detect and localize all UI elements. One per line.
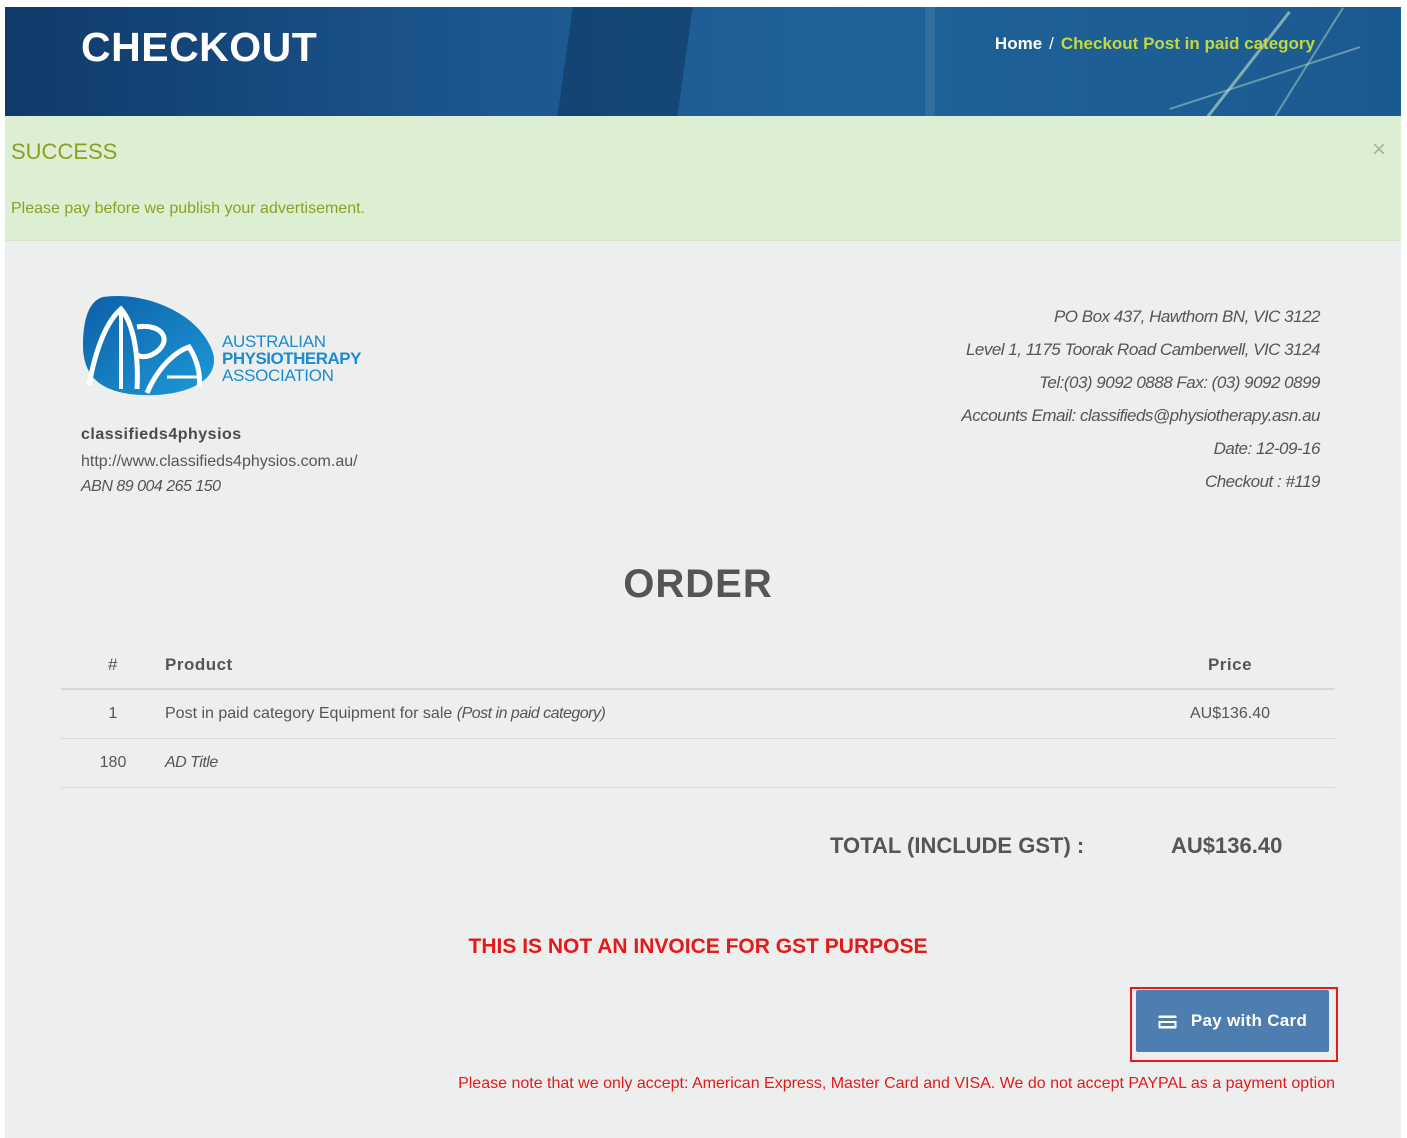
company-name: classifieds4physios [81,426,242,443]
apa-logo-mark [83,295,215,396]
header-background-shape [554,7,696,116]
logo-text-line: PHYSIOTHERAPY [222,349,361,368]
total-value: AU$136.40 [1171,833,1283,858]
product-note: (Post in paid category) [456,704,606,722]
company-address-block: PO Box 437, Hawthorn BN, VIC 3122 Level … [961,300,1320,498]
column-header-price: Price [1125,641,1335,690]
alert-title: SUCCESS [11,139,118,164]
logo-text-line: ASSOCIATION [222,366,334,385]
page: CHECKOUT Home / Checkout Post in paid cate… [5,7,1401,1138]
company-url-link[interactable]: http://www.classifieds4physios.com.au/ [81,453,358,471]
table-row: 1 Post in paid category Equipment for sa… [61,689,1335,739]
address-po-box: PO Box 437, Hawthorn BN, VIC 3122 [1053,307,1321,326]
breadcrumb-home-link[interactable]: Home [995,34,1042,53]
address-email: Accounts Email: classifieds@physiotherap… [961,406,1320,425]
header-background-line [1202,10,1291,116]
column-header-number: # [61,641,165,690]
payment-methods-note: Please note that we only accept: America… [458,1075,1335,1092]
product-name: Post in paid category Equipment for sale [165,704,453,722]
logo-wordmark: AUSTRALIAN PHYSIOTHERAPY ASSOCIATION [222,333,361,384]
company-abn: ABN 89 004 265 150 [81,478,221,495]
row-number: 180 [61,738,165,788]
product-note: AD Title [165,753,218,771]
row-price: AU$136.40 [1125,689,1335,739]
pay-with-card-button[interactable]: Pay with Card [1136,990,1329,1052]
breadcrumb: Home / Checkout Post in paid category [995,34,1315,54]
table-row: 180 AD Title [61,738,1335,788]
gst-notice: THIS IS NOT AN INVOICE FOR GST PURPOSE [468,935,928,958]
address-phone: Tel:(03) 9092 0888 Fax: (03) 9092 0899 [1039,373,1320,392]
address-street: Level 1, 1175 Toorak Road Camberwell, VI… [965,340,1321,359]
order-table: # Product Price 1 Post in paid category … [61,641,1335,788]
row-product: Post in paid category Equipment for sale… [165,689,1125,739]
order-heading: ORDER [623,562,773,606]
row-price [1125,738,1335,788]
logo-text-line: AUSTRALIAN [222,332,326,351]
total-label: TOTAL (INCLUDE GST) : [830,833,1085,858]
page-title: CHECKOUT [81,24,318,70]
row-number: 1 [61,689,165,739]
column-header-product: Product [165,641,1125,690]
page-header: CHECKOUT Home / Checkout Post in paid cate… [5,7,1401,116]
breadcrumb-separator: / [1049,34,1054,53]
pay-button-label: Pay with Card [1190,1011,1308,1030]
checkout-number: Checkout : #119 [1204,472,1321,491]
row-product: AD Title [165,738,1125,788]
breadcrumb-current: Checkout Post in paid category [1060,34,1315,53]
apa-logo: AUSTRALIAN PHYSIOTHERAPY ASSOCIATION [81,293,361,397]
header-background-shape [925,7,935,116]
order-date: Date: 12-09-16 [1213,439,1321,458]
table-header-row: # Product Price [61,641,1335,690]
header-background-line [1169,46,1361,110]
close-icon[interactable]: × [1372,138,1386,162]
credit-card-icon [1158,1014,1177,1029]
success-alert: SUCCESS Please pay before we publish you… [5,116,1401,241]
alert-message: Please pay before we publish your advert… [11,200,365,217]
